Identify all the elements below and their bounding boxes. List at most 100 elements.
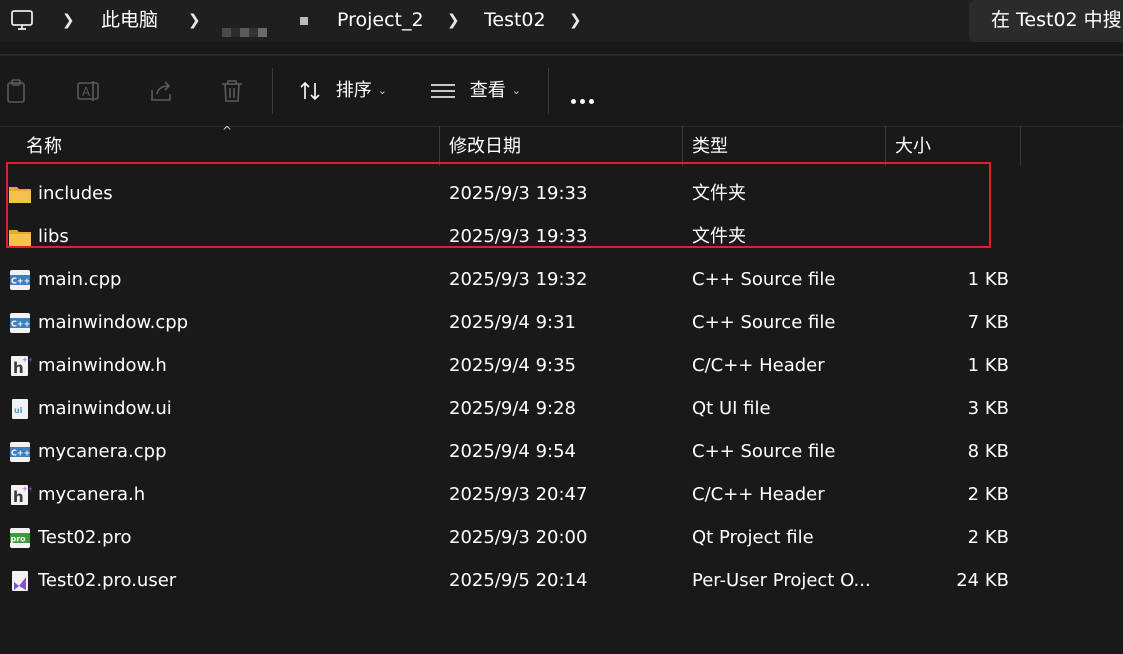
file-date: 2025/9/5 20:14: [449, 570, 588, 591]
delete-icon[interactable]: [219, 78, 245, 104]
file-date: 2025/9/3 19:32: [449, 269, 588, 290]
file-date: 2025/9/3 19:33: [449, 226, 588, 247]
chevron-down-icon: ⌄: [511, 84, 521, 97]
file-date: 2025/9/4 9:35: [449, 355, 576, 376]
view-button[interactable]: 查看 ⌄: [430, 56, 521, 126]
file-size: 24 KB: [956, 570, 1009, 591]
file-date: 2025/9/3 19:33: [449, 183, 588, 204]
cpp-file-icon: C++: [8, 312, 32, 334]
svg-text:C++: C++: [11, 320, 30, 329]
chevron-right-icon[interactable]: ❯: [188, 0, 201, 42]
file-row[interactable]: libs 2025/9/3 19:33 文件夹: [0, 215, 1123, 258]
rename-icon[interactable]: A: [76, 78, 102, 104]
cpp-file-icon: C++: [8, 441, 32, 463]
svg-text:++: ++: [22, 485, 32, 493]
share-icon[interactable]: [148, 78, 174, 104]
svg-text:C++: C++: [11, 277, 30, 286]
svg-text:A: A: [82, 85, 91, 99]
file-row[interactable]: pro Test02.pro 2025/9/3 20:00 Qt Project fi…: [0, 516, 1123, 559]
blurred-crumb-marker: [300, 17, 308, 25]
file-row[interactable]: includes 2025/9/3 19:33 文件夹: [0, 172, 1123, 215]
file-name: main.cpp: [38, 269, 122, 290]
file-type: C++ Source file: [692, 269, 836, 290]
chevron-right-icon[interactable]: ❯: [62, 0, 75, 42]
file-size: 1 KB: [967, 355, 1009, 376]
file-name: Test02.pro: [38, 527, 132, 548]
file-size: [885, 215, 1009, 258]
header-file-icon: h ++: [8, 355, 34, 377]
file-name: mycanera.h: [38, 484, 146, 505]
sort-label: 排序: [335, 80, 372, 101]
file-name: Test02.pro.user: [38, 570, 177, 591]
view-label: 查看: [469, 80, 506, 101]
column-type[interactable]: 类型: [683, 126, 885, 166]
header-file-icon: h ++: [8, 484, 34, 506]
chevron-right-icon[interactable]: ❯: [569, 0, 582, 42]
address-bar: ❯ 此电脑 ❯ Project_2 ❯ Test02 ❯ 在 Test02 中搜: [0, 0, 1123, 42]
file-size: 1 KB: [967, 269, 1009, 290]
file-date: 2025/9/3 20:00: [449, 527, 588, 548]
column-size[interactable]: 大小: [886, 126, 1020, 166]
file-row[interactable]: C++ main.cpp 2025/9/3 19:32 C++ Source file…: [0, 258, 1123, 301]
file-name: mainwindow.ui: [38, 398, 172, 419]
file-size: 7 KB: [967, 312, 1009, 333]
file-size: [885, 172, 1009, 215]
file-type: 文件夹: [692, 226, 746, 247]
more-options-icon[interactable]: [571, 89, 598, 108]
command-bar: A 排序 ⌄ 查看 ⌄: [0, 56, 1123, 127]
file-date: 2025/9/4 9:28: [449, 398, 576, 419]
pro-file-icon: pro: [8, 527, 32, 549]
folder-icon: [8, 226, 32, 248]
this-pc-icon[interactable]: [10, 9, 34, 31]
ui-file-icon: ui: [8, 398, 32, 420]
file-size: 8 KB: [967, 441, 1009, 462]
breadcrumb-project[interactable]: Project_2: [337, 0, 424, 42]
chevron-right-icon[interactable]: ❯: [447, 0, 460, 42]
file-type: Per-User Project O...: [692, 570, 871, 591]
column-header: 名称 修改日期 类型 大小: [0, 126, 1123, 166]
svg-text:C++: C++: [11, 449, 30, 458]
folder-icon: [8, 183, 32, 205]
toolbar-divider: [548, 68, 549, 114]
file-row[interactable]: Test02.pro.user 2025/9/5 20:14 Per-User Pr…: [0, 559, 1123, 602]
breadcrumb: ❯ 此电脑 ❯ Project_2 ❯ Test02 ❯: [0, 0, 950, 42]
breadcrumb-this-pc[interactable]: 此电脑: [101, 0, 158, 42]
file-type: C++ Source file: [692, 312, 836, 333]
file-type: C++ Source file: [692, 441, 836, 462]
column-name[interactable]: 名称: [17, 126, 439, 166]
file-type: Qt UI file: [692, 398, 771, 419]
toolbar-divider: [272, 68, 273, 114]
svg-text:ui: ui: [14, 406, 23, 415]
sort-button[interactable]: 排序 ⌄: [298, 56, 387, 126]
file-name: mainwindow.h: [38, 355, 167, 376]
file-date: 2025/9/4 9:54: [449, 441, 576, 462]
file-name: libs: [38, 226, 69, 247]
file-row[interactable]: ui mainwindow.ui 2025/9/4 9:28 Qt UI file 3 …: [0, 387, 1123, 430]
search-input[interactable]: 在 Test02 中搜: [969, 0, 1123, 42]
sort-arrows-icon: [300, 81, 320, 101]
file-type: C/C++ Header: [692, 484, 825, 505]
file-row[interactable]: C++ mainwindow.cpp 2025/9/4 9:31 C++ Source…: [0, 301, 1123, 344]
file-size: 3 KB: [967, 398, 1009, 419]
chevron-down-icon: ⌄: [377, 84, 387, 97]
file-size: 2 KB: [967, 527, 1009, 548]
address-bar-divider: [0, 42, 1123, 56]
file-date: 2025/9/3 20:47: [449, 484, 588, 505]
blurred-folder-name[interactable]: [222, 12, 267, 37]
file-size: 2 KB: [967, 484, 1009, 505]
file-name: includes: [38, 183, 113, 204]
paste-icon[interactable]: [4, 78, 30, 104]
file-date: 2025/9/4 9:31: [449, 312, 576, 333]
user-file-icon: [8, 570, 32, 592]
file-row[interactable]: h ++ mainwindow.h 2025/9/4 9:35 C/C++ Header…: [0, 344, 1123, 387]
svg-text:pro: pro: [11, 535, 27, 544]
file-row[interactable]: h ++ mycanera.h 2025/9/3 20:47 C/C++ Header 2…: [0, 473, 1123, 516]
cpp-file-icon: C++: [8, 269, 32, 291]
breadcrumb-current-folder[interactable]: Test02: [484, 0, 546, 42]
column-date[interactable]: 修改日期: [440, 126, 682, 166]
file-type: C/C++ Header: [692, 355, 825, 376]
file-name: mainwindow.cpp: [38, 312, 189, 333]
file-row[interactable]: C++ mycanera.cpp 2025/9/4 9:54 C++ Source f…: [0, 430, 1123, 473]
file-type: Qt Project file: [692, 527, 814, 548]
column-divider[interactable]: [1020, 126, 1021, 166]
